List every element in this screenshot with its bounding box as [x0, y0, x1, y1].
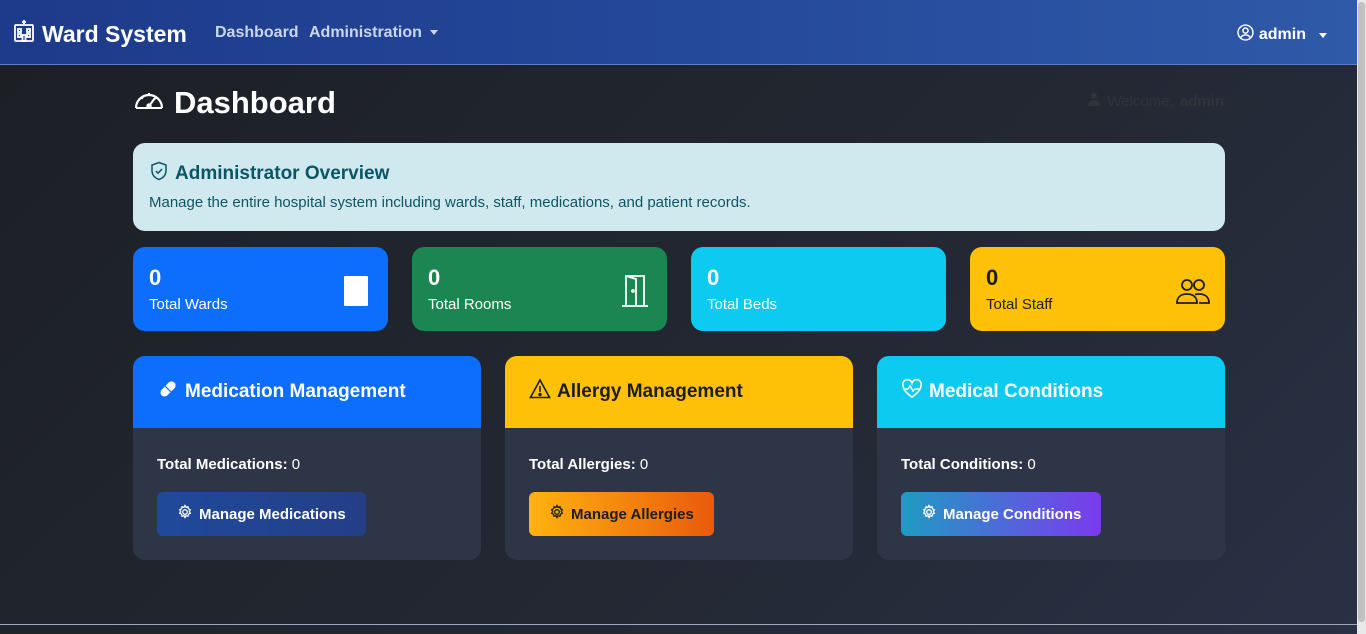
- gear-icon: [921, 504, 937, 524]
- card-allergy-management: Allergy Management Total Allergies: 0 Ma…: [505, 356, 853, 560]
- vertical-scrollbar[interactable]: [1357, 0, 1366, 634]
- button-label: Manage Medications: [199, 505, 346, 523]
- top-navbar: Ward System Dashboard Administration adm…: [0, 0, 1357, 65]
- count-value: 0: [639, 456, 649, 473]
- manage-conditions-button[interactable]: Manage Conditions: [901, 492, 1102, 536]
- medication-count: Total Medications: 0: [157, 456, 300, 473]
- stat-value: 0: [428, 265, 441, 290]
- page-title-text: Dashboard: [174, 85, 336, 120]
- stat-label: Total Beds: [707, 296, 778, 313]
- speedometer-icon: [133, 84, 165, 122]
- stat-card-rooms: 0 Total Rooms: [412, 247, 667, 331]
- nav-dashboard[interactable]: Dashboard: [215, 24, 299, 42]
- page-title: Dashboard: [133, 84, 336, 122]
- conditions-count: Total Conditions: 0: [901, 456, 1036, 473]
- count-label: Total Conditions:: [901, 456, 1024, 473]
- user-name: admin: [1258, 26, 1306, 43]
- stat-label: Total Wards: [149, 296, 228, 313]
- brand[interactable]: Ward System: [12, 19, 187, 49]
- gear-icon: [177, 504, 193, 524]
- allergy-count: Total Allergies: 0: [529, 456, 648, 473]
- count-value: 0: [291, 456, 301, 473]
- welcome-user: admin: [1179, 92, 1224, 110]
- person-icon: [1087, 92, 1101, 110]
- stat-value: 0: [707, 265, 720, 290]
- stat-value: 0: [986, 265, 999, 290]
- overview-title-text: Administrator Overview: [175, 163, 390, 184]
- gear-icon: [549, 504, 565, 524]
- warning-icon: [529, 378, 551, 406]
- chevron-down-icon: [1319, 32, 1327, 38]
- card-title: Medical Conditions: [929, 381, 1104, 402]
- card-title: Medication Management: [185, 381, 406, 402]
- nav-administration-label: Administration: [309, 24, 422, 41]
- card-header: Medication Management: [133, 356, 481, 428]
- card-medical-conditions: Medical Conditions Total Conditions: 0 M…: [877, 356, 1225, 560]
- footer-divider: [0, 624, 1357, 625]
- welcome-text: Welcome, admin: [1087, 92, 1224, 110]
- button-label: Manage Allergies: [571, 505, 694, 523]
- button-label: Manage Conditions: [943, 505, 1082, 523]
- overview-text: Manage the entire hospital system includ…: [149, 194, 751, 211]
- count-value: 0: [1027, 456, 1036, 473]
- user-circle-icon: [1237, 24, 1254, 46]
- stat-value: 0: [149, 265, 162, 290]
- count-label: Total Allergies:: [529, 456, 636, 473]
- stat-card-beds: 0 Total Beds: [691, 247, 946, 331]
- manage-allergies-button[interactable]: Manage Allergies: [529, 492, 714, 536]
- hospital-icon: [12, 19, 36, 49]
- manage-medications-button[interactable]: Manage Medications: [157, 492, 366, 536]
- chevron-down-icon: [429, 30, 438, 36]
- capsule-icon: [157, 378, 179, 406]
- scrollbar-thumb[interactable]: [1358, 2, 1365, 622]
- heart-pulse-icon: [901, 378, 923, 406]
- admin-overview-alert: Administrator Overview Manage the entire…: [133, 143, 1225, 231]
- brand-name: Ward System: [42, 20, 187, 47]
- card-medication-management: Medication Management Total Medications:…: [133, 356, 481, 560]
- count-label: Total Medications:: [157, 456, 288, 473]
- user-menu[interactable]: admin: [1237, 24, 1327, 46]
- overview-title: Administrator Overview: [149, 161, 389, 187]
- card-header: Allergy Management: [505, 356, 853, 428]
- stat-card-staff: 0 Total Staff: [970, 247, 1225, 331]
- ward-icon: [343, 275, 369, 312]
- card-header: Medical Conditions: [877, 356, 1225, 428]
- people-icon: [1176, 277, 1210, 310]
- welcome-prefix: Welcome,: [1107, 92, 1174, 110]
- card-title: Allergy Management: [557, 381, 743, 402]
- stat-card-wards: 0 Total Wards: [133, 247, 388, 331]
- door-icon: [620, 273, 650, 312]
- stat-label: Total Staff: [986, 296, 1053, 313]
- nav-administration[interactable]: Administration: [309, 24, 438, 42]
- stat-label: Total Rooms: [428, 296, 512, 313]
- shield-check-icon: [149, 161, 169, 187]
